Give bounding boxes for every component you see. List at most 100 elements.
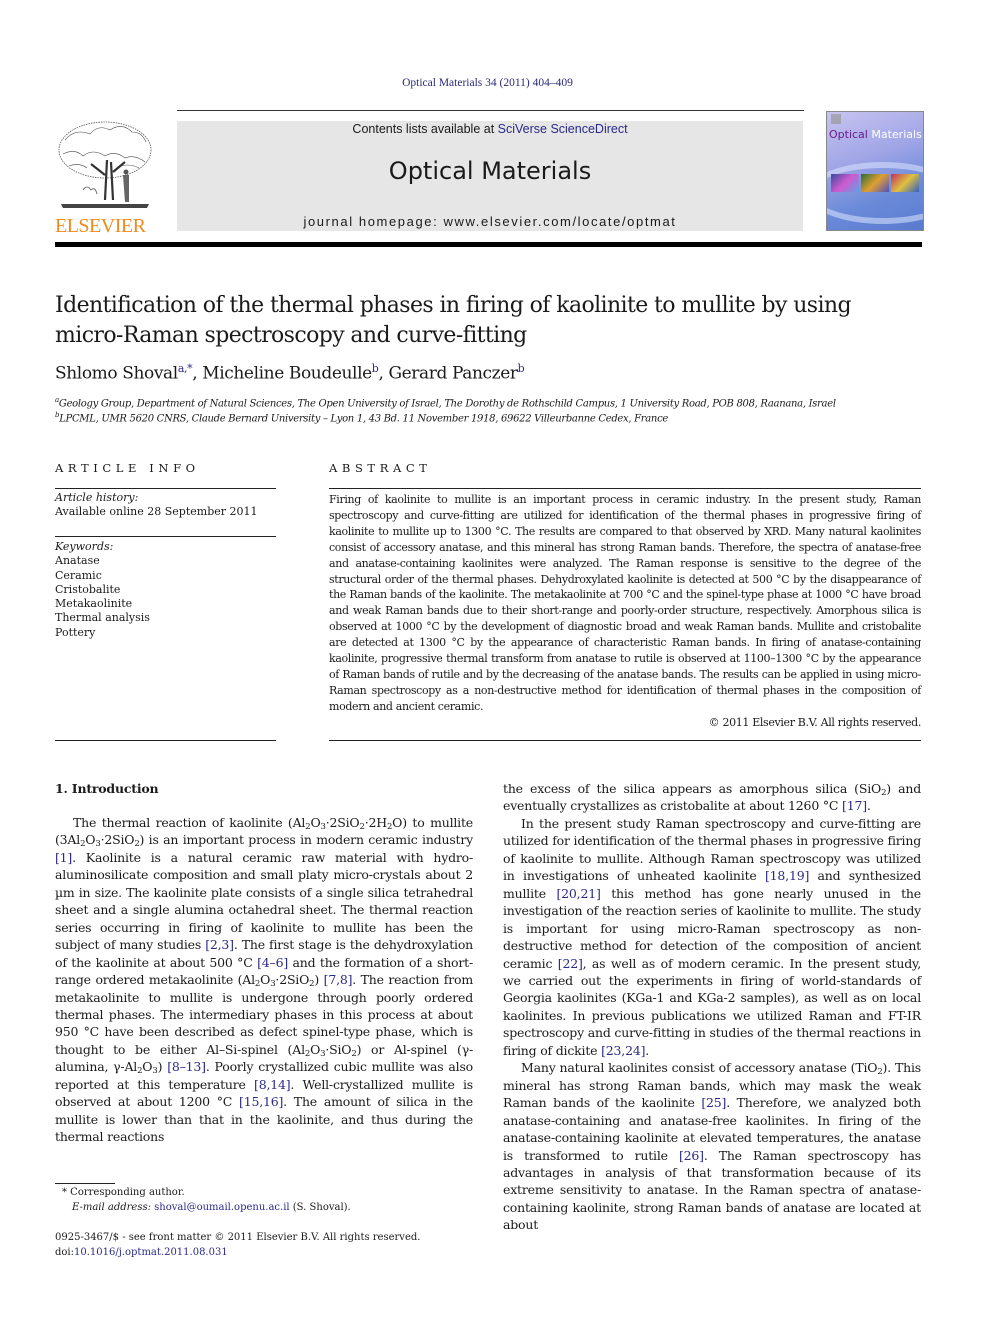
cover-pictures [831,174,919,192]
journal-citation[interactable]: Optical Materials 34 (2011) 404–409 [0,77,975,89]
body-column-left: 1. Introduction The thermal reaction of … [55,780,473,1146]
email-link[interactable]: shoval@oumail.openu.ac.il [154,1202,289,1213]
corresponding-author-note: * Corresponding author. [62,1187,185,1198]
keyword-item: Thermal analysis [55,611,150,625]
body-text-run: The thermal reaction of kaolinite (Al [73,815,306,830]
reference-link[interactable]: [18,19] [765,868,809,883]
reference-link[interactable]: [15,16] [239,1094,283,1109]
body-text-run: O [142,1059,153,1075]
reference-link[interactable]: [20,21] [556,886,600,901]
article-history-label: Article history: [55,491,139,504]
reference-link[interactable]: [4–6] [257,955,288,970]
reference-link[interactable]: [17] [842,798,867,813]
author-separator: , [192,363,203,384]
cover-picture [831,174,859,192]
article-history-value: Available online 28 September 2011 [55,505,258,519]
sciencedirect-link[interactable]: SciVerse ScienceDirect [498,122,628,136]
abstract-copyright: © 2011 Elsevier B.V. All rights reserved… [708,715,922,729]
reference-link[interactable]: [8,14] [254,1077,291,1092]
keywords-label: Keywords: [55,540,114,553]
body-paragraph: Many natural kaolinites consist of acces… [503,1059,921,1234]
email-suffix: (S. Shoval). [289,1201,351,1213]
section-heading: 1. Introduction [55,781,159,796]
body-text-run: ) [314,972,324,988]
affiliation-a: aGeology Group, Department of Natural Sc… [55,396,836,409]
article-title-line: micro-Raman spectroscopy and curve-fitti… [55,323,527,348]
abstract-rule [329,740,921,741]
reference-link[interactable]: [1] [55,850,72,865]
body-text-run: ·2SiO [100,832,135,848]
author-affiliation-mark[interactable]: a,* [178,362,193,375]
article-title-line: Identification of the thermal phases in … [55,293,852,318]
reference-link[interactable]: [8–13] [167,1059,206,1074]
elsevier-wordmark: ELSEVIER [55,215,146,237]
keyword-item: Pottery [55,625,96,639]
doi-line: doi:10.1016/j.optmat.2011.08.031 [55,1246,420,1261]
cover-picture [861,174,889,192]
issn-line: 0925-3467/$ - see front matter © 2011 El… [55,1232,421,1243]
article-title: Identification of the thermal phases in … [55,291,925,351]
cover-ring-graphic [827,162,923,224]
elsevier-tree-icon [58,121,152,208]
abstract-rule [329,488,921,489]
abstract-heading: ABSTRACT [329,461,432,475]
body-text-run: ·SiO [325,1041,352,1057]
cover-publisher-icon [831,114,841,124]
affiliation-b: bLPCML, UMR 5620 CNRS, Claude Bernard Un… [55,411,668,424]
body-text-run: O [260,972,271,988]
keyword-item: Anatase [55,554,100,568]
body-text-run: O [310,1041,321,1057]
affiliation-text: LPCML, UMR 5620 CNRS, Claude Bernard Uni… [59,413,668,425]
author-affiliation-mark[interactable]: b [518,362,525,375]
cover-title-part1: Optical [829,128,868,141]
abstract-text: Firing of kaolinite to mullite is an imp… [329,493,921,713]
body-paragraph: In the present study Raman spectroscopy … [503,815,921,1059]
email-line: E-mail address: shoval@oumail.openu.ac.i… [62,1201,351,1216]
doi-link[interactable]: 10.1016/j.optmat.2011.08.031 [74,1247,228,1258]
author-name: Micheline Boudeulle [202,363,372,384]
contents-line: Contents lists available at SciVerse Sci… [177,122,803,136]
reference-link[interactable]: [26] [679,1148,704,1163]
cover-title-part2: Materials [867,128,922,141]
journal-cover-image[interactable]: Optical Materials [826,111,924,231]
author-name: Gerard Panczer [388,363,518,384]
journal-name: Optical Materials [388,157,592,185]
article-info-heading: ARTICLE INFO [55,461,200,475]
body-text-run: ) is an important process in modern cera… [139,832,474,848]
body-paragraph: The thermal reaction of kaolinite (Al2O3… [55,814,473,1146]
author-separator: , [378,363,389,384]
affiliation-text: Geology Group, Department of Natural Sci… [58,398,836,410]
body-text-run: O [310,815,321,830]
body-text-run: the excess of the silica appears as amor… [503,781,882,796]
doi-label: doi: [55,1246,74,1258]
footnote-rule [55,1183,115,1184]
body-text-run: ·2SiO [275,972,310,988]
reference-link[interactable]: [25] [701,1095,726,1110]
author-list: Shlomo Shovala,*, Micheline Boudeulleb, … [55,362,525,384]
author-name: Shlomo Shoval [55,363,178,384]
body-paragraph: the excess of the silica appears as amor… [503,780,921,815]
keyword-item: Metakaolinite [55,597,133,611]
front-matter: 0925-3467/$ - see front matter © 2011 El… [55,1231,420,1260]
footnote: * Corresponding author. E-mail address: … [62,1186,351,1215]
reference-link[interactable]: [22] [558,956,583,971]
body-text-run: . [866,798,871,814]
elsevier-logo[interactable]: ELSEVIER [55,120,153,236]
body-text-run: O [85,832,96,848]
article-info-rule [55,488,276,489]
article-info-rule [55,536,276,537]
journal-banner: Contents lists available at SciVerse Sci… [177,121,803,231]
keywords-block: Keywords: Anatase Ceramic Cristobalite M… [55,540,150,640]
body-text-run: Many natural kaolinites consist of acces… [521,1060,878,1076]
cover-picture [891,174,919,192]
cover-title: Optical Materials [829,128,922,141]
abstract-body: Firing of kaolinite to mullite is an imp… [329,492,921,731]
journal-homepage-link[interactable]: journal homepage: www.elsevier.com/locat… [177,214,803,229]
article-info-rule [55,740,276,741]
body-text-run: ·2SiO [325,815,360,830]
reference-link[interactable]: [2,3] [205,937,234,952]
header-thick-rule [55,242,922,247]
reference-link[interactable]: [23,24] [601,1043,645,1058]
reference-link[interactable]: [7,8] [324,972,353,987]
keyword-item: Ceramic [55,568,102,582]
